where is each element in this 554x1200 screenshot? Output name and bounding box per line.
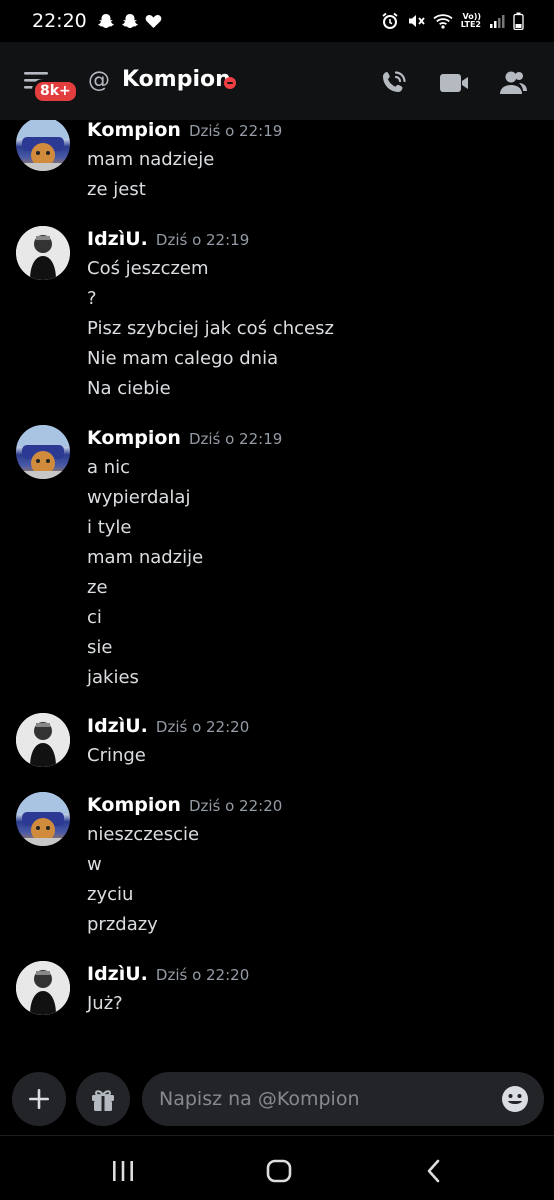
message-line: Już? (87, 993, 123, 1014)
message-line: ze jest (87, 179, 146, 200)
avatar[interactable] (16, 425, 70, 479)
back-button[interactable] (414, 1154, 454, 1188)
avatar[interactable] (16, 713, 70, 767)
composer-bar: Napisz na @Kompion (0, 1065, 554, 1135)
emoji-icon (502, 1086, 528, 1112)
author-name[interactable]: Kompion (87, 794, 181, 816)
message-line: ze (87, 577, 108, 598)
message-line: wypierdalaj (87, 487, 191, 508)
message-line: a nic (87, 457, 131, 478)
message-line: Pisz szybciej jak coś chcesz (87, 318, 334, 339)
add-attachment-button[interactable] (12, 1072, 66, 1126)
home-icon (266, 1159, 292, 1183)
message-line: Na ciebie (87, 378, 171, 399)
members-icon (500, 71, 527, 94)
message-line: zyciu (87, 884, 134, 905)
message-line: ci (87, 607, 102, 628)
emoji-button[interactable] (500, 1084, 530, 1118)
video-call-button[interactable] (437, 66, 471, 100)
avatar[interactable] (16, 120, 70, 171)
message-timestamp: Dziś o 22:19 (188, 122, 283, 140)
snapchat-icon (121, 12, 139, 30)
battery-icon (513, 12, 524, 30)
message-author[interactable]: Kompion Dziś o 22:19 (87, 120, 282, 141)
message-line: mam nadzije (87, 547, 204, 568)
lte-indicator: Vo)) LTE2 (461, 13, 481, 29)
phone-call-icon (383, 71, 406, 92)
channel-title[interactable]: Kompion (122, 67, 231, 92)
members-button[interactable] (496, 66, 530, 100)
recent-apps-icon (113, 1161, 133, 1181)
message-input-placeholder: Napisz na @Kompion (159, 1088, 360, 1110)
heart-icon (145, 13, 162, 29)
alarm-icon (381, 12, 399, 30)
message-timestamp: Dziś o 22:20 (188, 797, 283, 815)
status-time: 22:20 (32, 10, 87, 32)
author-name[interactable]: IdzìU. (87, 715, 148, 737)
message-line: przdazy (87, 914, 158, 935)
message-input[interactable]: Napisz na @Kompion (142, 1072, 544, 1126)
status-right: Vo)) LTE2 (381, 12, 524, 30)
message-line: ? (87, 288, 97, 309)
back-icon (427, 1159, 440, 1183)
author-name[interactable]: Kompion (87, 427, 181, 449)
message-line: sie (87, 637, 113, 658)
status-bar: 22:20 Vo)) LTE2 (0, 0, 554, 42)
avatar[interactable] (16, 792, 70, 846)
message-line: mam nadzieje (87, 149, 215, 170)
video-camera-icon (440, 74, 468, 92)
message-timestamp: Dziś o 22:20 (155, 718, 250, 736)
recent-apps-button[interactable] (103, 1154, 143, 1188)
message-line: jakies (87, 667, 139, 688)
message-line: i tyle (87, 517, 132, 538)
message-line: w (87, 854, 102, 875)
signal-icon (489, 13, 505, 29)
message-line: Coś jeszczem (87, 258, 209, 279)
avatar[interactable] (16, 961, 70, 1015)
avatar[interactable] (16, 226, 70, 280)
gift-button[interactable] (76, 1072, 130, 1126)
system-navigation-bar (0, 1135, 554, 1200)
message-timestamp: Dziś o 22:20 (155, 966, 250, 984)
message-author[interactable]: IdzìU. Dziś o 22:20 (87, 963, 249, 985)
message-timestamp: Dziś o 22:19 (155, 231, 250, 249)
message-author[interactable]: Kompion Dziś o 22:19 (87, 427, 282, 449)
author-name[interactable]: IdzìU. (87, 963, 148, 985)
menu-button[interactable]: 8k+ (24, 70, 79, 104)
message-author[interactable]: Kompion Dziś o 22:20 (87, 794, 282, 816)
message-line: Nie mam calego dnia (87, 348, 279, 369)
home-button[interactable] (259, 1154, 299, 1188)
mute-icon (407, 12, 425, 30)
message-list[interactable]: Kompion Dziś o 22:19 mam nadzieje ze jest… (0, 120, 554, 1065)
author-name[interactable]: IdzìU. (87, 228, 148, 250)
wifi-icon (433, 13, 453, 29)
voice-call-button[interactable] (377, 66, 411, 100)
message-line: nieszczescie (87, 824, 200, 845)
at-symbol-icon: @ (88, 68, 110, 93)
author-name[interactable]: Kompion (87, 120, 181, 141)
plus-icon (29, 1089, 49, 1109)
gift-icon (92, 1090, 114, 1111)
message-line: Cringe (87, 745, 146, 766)
snapchat-icon (97, 12, 115, 30)
lte-label: LTE2 (460, 20, 481, 29)
unread-badge: 8k+ (32, 79, 79, 104)
status-left: 22:20 (32, 10, 162, 32)
dnd-status-icon (224, 77, 236, 89)
message-author[interactable]: IdzìU. Dziś o 22:19 (87, 228, 249, 250)
channel-header: 8k+ @ Kompion (0, 42, 554, 120)
message-author[interactable]: IdzìU. Dziś o 22:20 (87, 715, 249, 737)
message-timestamp: Dziś o 22:19 (188, 430, 283, 448)
